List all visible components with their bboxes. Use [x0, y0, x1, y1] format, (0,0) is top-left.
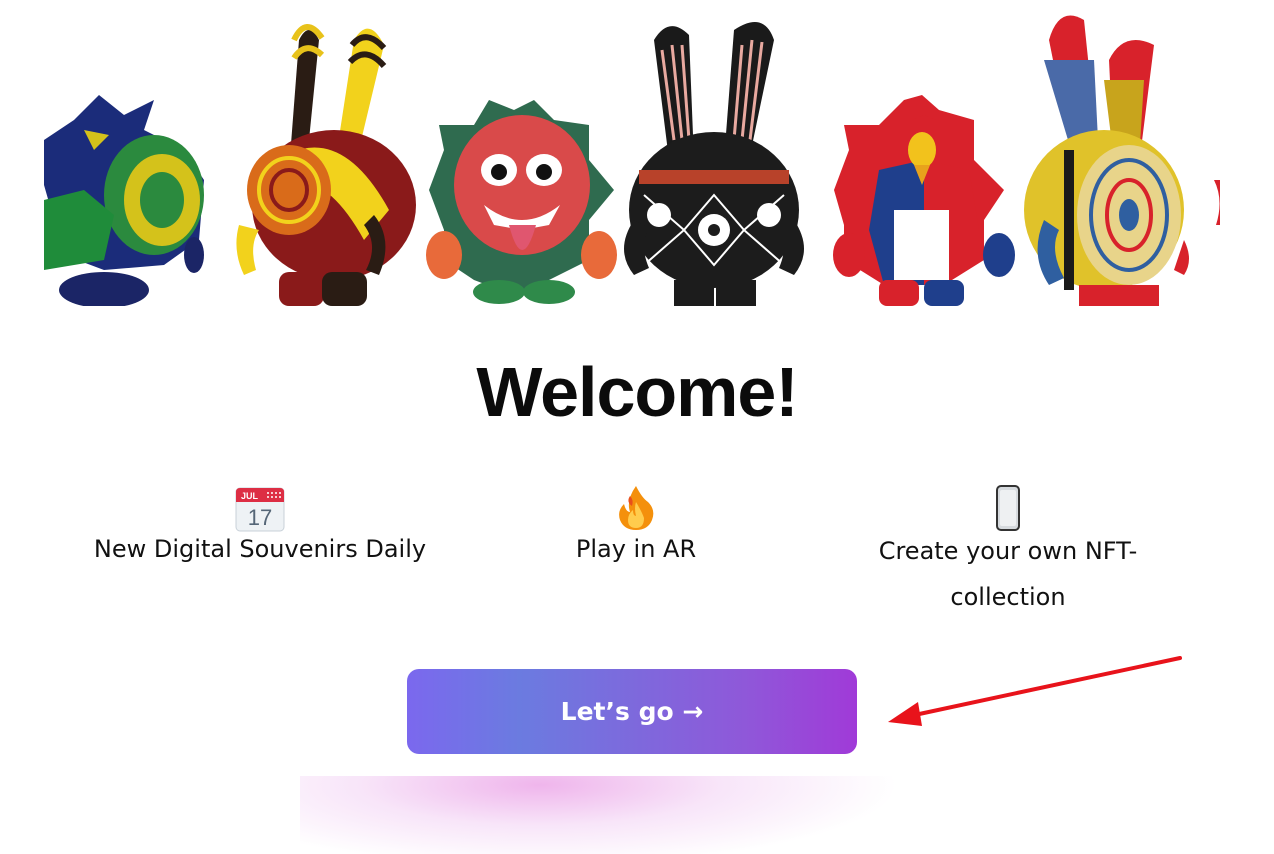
fire-icon: [619, 486, 654, 530]
calendar-month: JUL: [241, 491, 259, 501]
feature-play-ar: Play in AR: [486, 480, 786, 572]
annotation-arrow-icon: [888, 656, 1182, 726]
hero-toys-illustration: [44, 15, 1220, 306]
hero-banner: [44, 0, 1220, 306]
feature-daily-souvenirs: JUL 17 New Digital Souvenirs Daily: [60, 480, 460, 572]
feature-label: Create your own NFT-collection: [878, 537, 1138, 611]
black-pattern-bunny-toy: [624, 22, 804, 306]
feature-label: New Digital Souvenirs Daily: [93, 535, 427, 563]
decorative-glow: [300, 776, 900, 854]
welcome-screen: Welcome! JUL 17 New Digital Souvenirs Da…: [0, 0, 1274, 854]
feature-nft-collection: Create your own NFT-collection: [850, 480, 1166, 620]
lets-go-button[interactable]: Let’s go →: [407, 669, 857, 754]
feature-label: Play in AR: [575, 535, 697, 563]
calendar-icon: JUL 17: [235, 487, 285, 532]
yellow-bunny-toy: [236, 24, 416, 306]
phone-icon: [996, 485, 1020, 531]
rooster-flag-toy: [833, 95, 1015, 306]
barong-mask-toy: [426, 100, 617, 304]
welcome-title: Welcome!: [476, 353, 798, 431]
patterned-bunny-toy: [1024, 15, 1220, 306]
green-spiky-toy: [44, 95, 204, 306]
